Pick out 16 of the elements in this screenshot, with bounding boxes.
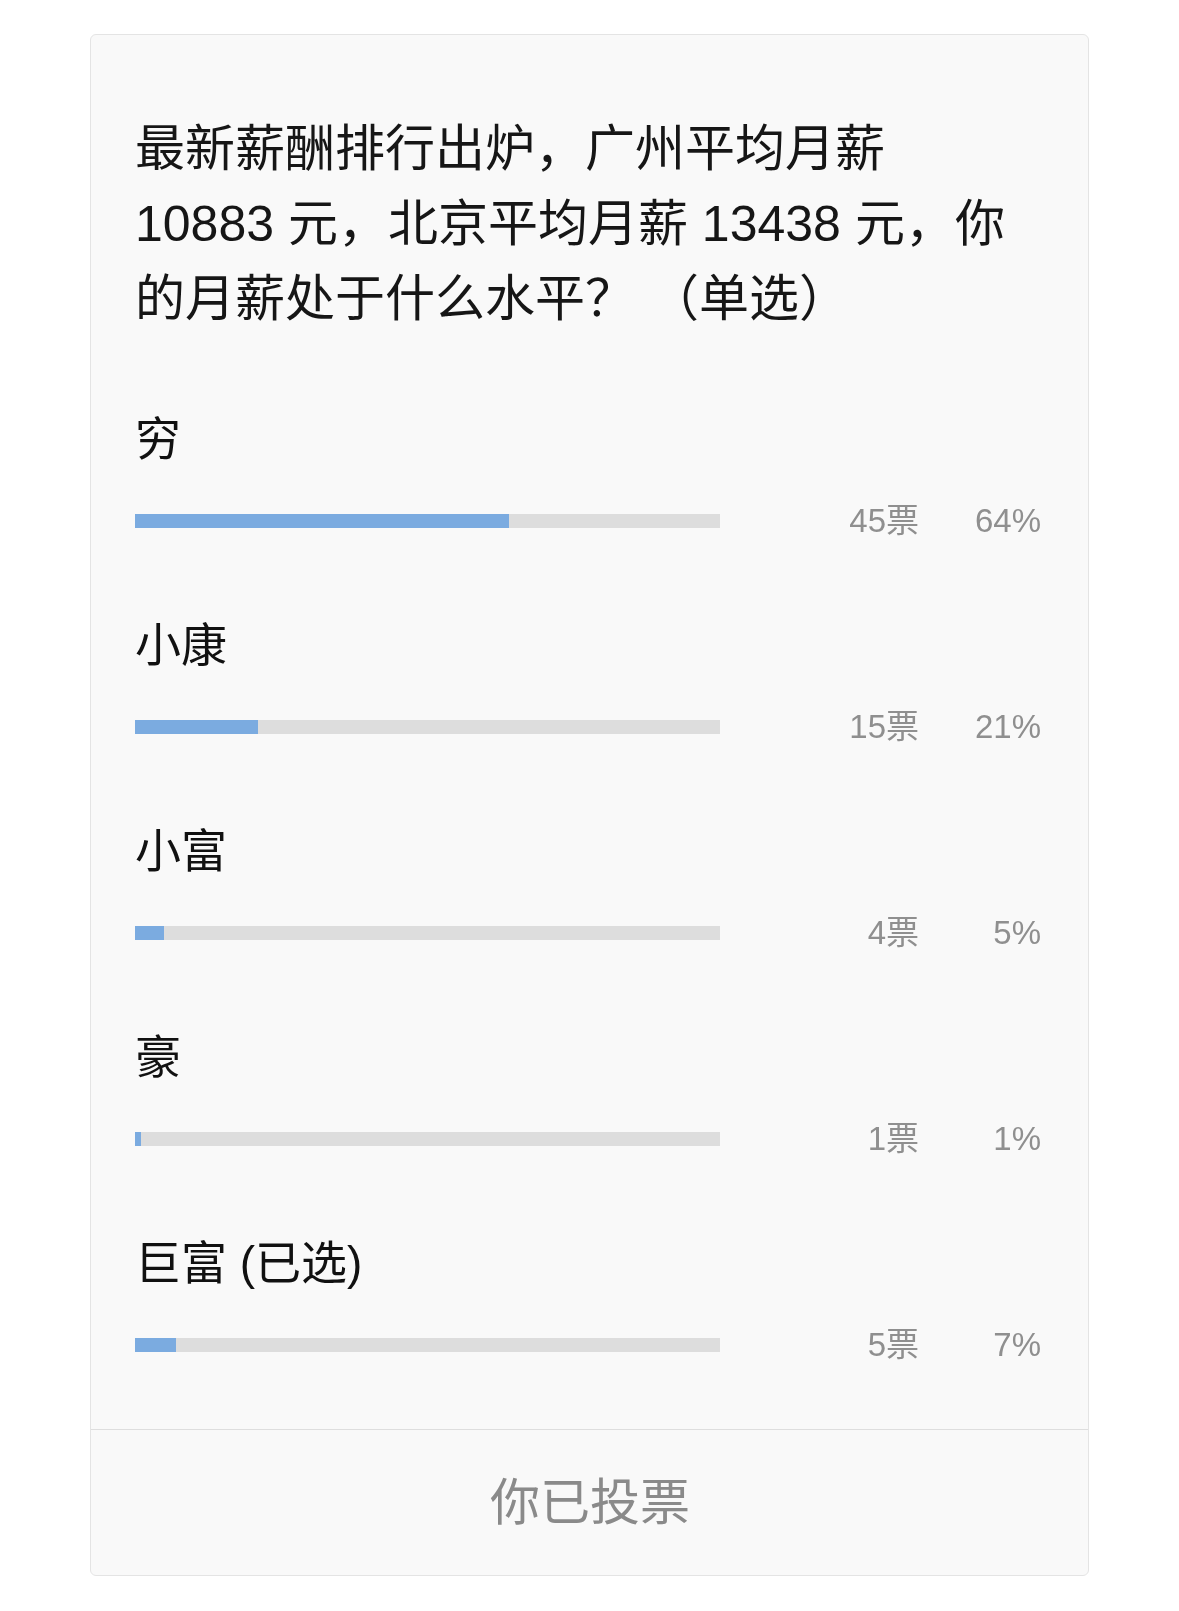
option-label: 小富 [135, 824, 227, 879]
vote-percentage: 1% [992, 1119, 1041, 1159]
vote-percentage: 5% [992, 913, 1041, 953]
vote-count: 45票 [849, 501, 919, 541]
option-label: 巨富 (已选) [135, 1236, 363, 1291]
option-label: 小康 [135, 618, 227, 673]
vote-count: 5票 [867, 1325, 919, 1365]
vote-count: 1票 [867, 1119, 919, 1159]
vote-count: 15票 [849, 707, 919, 747]
option-label: 豪 [135, 1030, 181, 1085]
vote-percentage: 64% [973, 501, 1041, 541]
vote-percentage: 21% [973, 707, 1041, 747]
vote-count: 4票 [867, 913, 919, 953]
vote-percentage: 7% [992, 1325, 1041, 1365]
option-label: 穷 [135, 412, 181, 467]
poll-question: 最新薪酬排行出炉，广州平均月薪 10883 元，北京平均月薪 13438 元，你的月薪处于什么水平？ （单选） [135, 120, 1006, 329]
